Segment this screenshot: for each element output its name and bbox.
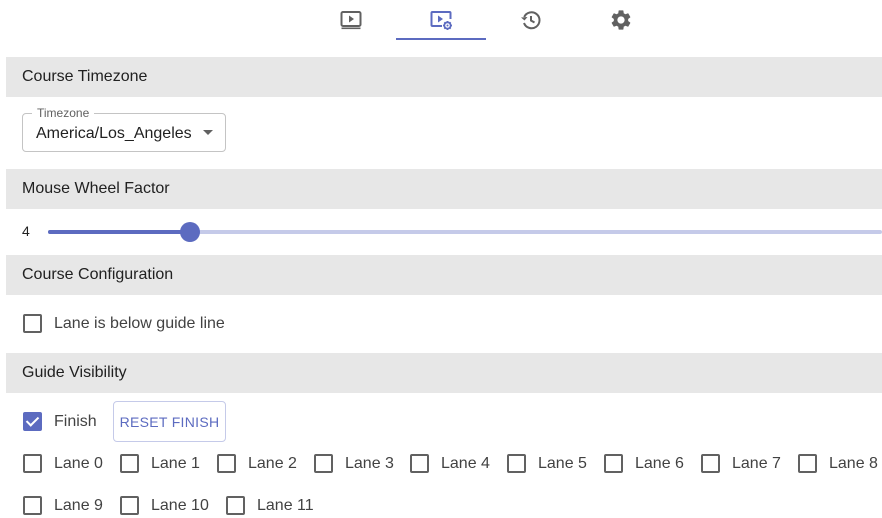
lane-checkbox[interactable]: Lane 8 [798, 454, 878, 473]
lane-checkbox[interactable]: Lane 2 [217, 454, 297, 473]
play-screen-icon [340, 11, 362, 30]
section-guide-visibility: Guide Visibility [6, 353, 882, 393]
tab-settings[interactable] [576, 0, 666, 40]
lane-below-guide-checkbox[interactable]: Lane is below guide line [23, 314, 225, 333]
slider-value-label: 4 [22, 223, 30, 239]
checkbox-box [507, 454, 526, 473]
checkbox-box [604, 454, 623, 473]
checkbox-label: Lane 9 [54, 496, 103, 514]
timezone-value: America/Los_Angeles [36, 125, 192, 142]
section-course-timezone: Course Timezone [6, 57, 882, 97]
checkbox-label: Lane 10 [151, 496, 209, 514]
checkbox-box [23, 314, 42, 333]
checkbox-label: Lane 0 [54, 454, 103, 472]
slider-thumb[interactable] [180, 222, 200, 242]
slider-track [48, 230, 190, 234]
video-settings-icon [430, 11, 452, 30]
tab-play[interactable] [306, 0, 396, 40]
checkbox-box [217, 454, 236, 473]
section-course-configuration: Course Configuration [6, 255, 882, 295]
checkbox-label: Lane 8 [829, 454, 878, 472]
gear-icon [611, 10, 631, 30]
checkbox-box [798, 454, 817, 473]
tab-bar [0, 0, 882, 42]
lane-checkbox[interactable]: Lane 10 [120, 496, 209, 515]
tab-history[interactable] [486, 0, 576, 40]
lane-checkbox[interactable]: Lane 0 [23, 454, 103, 473]
lane-checkbox[interactable]: Lane 6 [604, 454, 684, 473]
section-mouse-wheel-factor: Mouse Wheel Factor [6, 169, 882, 209]
checkbox-box [701, 454, 720, 473]
checkbox-label: Lane 5 [538, 454, 587, 472]
timezone-field-label: Timezone [32, 106, 95, 120]
checkbox-box [410, 454, 429, 473]
checkbox-label: Finish [54, 412, 97, 430]
checkbox-box [314, 454, 333, 473]
timezone-select[interactable]: Timezone America/Los_Angeles [22, 106, 226, 152]
lane-checkbox[interactable]: Lane 11 [226, 496, 314, 515]
checkbox-box [120, 454, 139, 473]
checkbox-box [23, 496, 42, 515]
lane-checkbox[interactable]: Lane 3 [314, 454, 394, 473]
lane-checkbox[interactable]: Lane 4 [410, 454, 490, 473]
history-icon [521, 11, 541, 30]
checkbox-label: Lane 1 [151, 454, 200, 472]
checkbox-label: Lane 6 [635, 454, 684, 472]
reset-finish-button[interactable]: RESET FINISH [113, 401, 226, 442]
finish-checkbox[interactable]: Finish [23, 412, 97, 431]
checkbox-box [226, 496, 245, 515]
checkbox-label: Lane 2 [248, 454, 297, 472]
lane-checkbox[interactable]: Lane 5 [507, 454, 587, 473]
mouse-wheel-slider[interactable] [48, 222, 882, 242]
checkbox-label: Lane is below guide line [54, 314, 225, 332]
checkbox-label: Lane 4 [441, 454, 490, 472]
dropdown-arrow-icon [203, 130, 213, 135]
checkbox-box-checked [23, 412, 42, 431]
checkbox-label: Lane 11 [257, 496, 314, 514]
checkbox-box [120, 496, 139, 515]
tab-video-settings[interactable] [396, 0, 486, 40]
tab-indicator [396, 38, 486, 40]
lane-checkbox[interactable]: Lane 7 [701, 454, 781, 473]
checkbox-label: Lane 7 [732, 454, 781, 472]
checkbox-box [23, 454, 42, 473]
checkbox-label: Lane 3 [345, 454, 394, 472]
lane-checkbox[interactable]: Lane 9 [23, 496, 103, 515]
lane-checkbox[interactable]: Lane 1 [120, 454, 200, 473]
